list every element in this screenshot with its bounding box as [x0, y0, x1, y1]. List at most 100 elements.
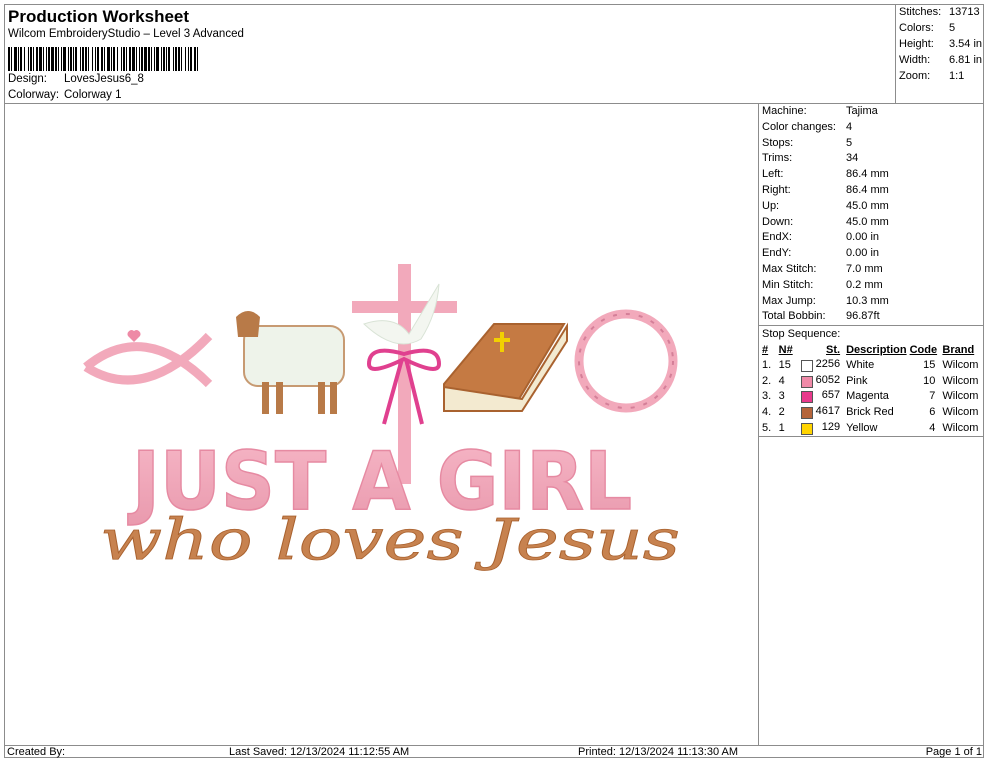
- stop-needle: 15: [778, 359, 791, 371]
- stat-value: 96.87ft: [846, 310, 880, 323]
- stat-row: Max Jump: 10.3 mm: [759, 294, 984, 310]
- stat-row: EndY: 0.00 in: [759, 246, 984, 262]
- stat-row: Stops: 5: [759, 136, 984, 152]
- table-row: 2. 4 6052 Pink 10 Wilcom: [759, 373, 984, 389]
- stop-stitch-count: 6052: [815, 373, 841, 386]
- embroidery-artwork: JUST A GIRL who loves Jesus: [83, 264, 680, 573]
- stat-value: 34: [846, 152, 859, 165]
- table-row: 1. 15 2256 White 15 Wilcom: [759, 357, 984, 373]
- stat-value: 0.00 in: [846, 247, 880, 260]
- stop-brand: Wilcom: [942, 390, 979, 403]
- color-swatch: [801, 422, 814, 435]
- stop-stitches: 129: [798, 420, 843, 436]
- software-subtitle: Wilcom EmbroideryStudio – Level 3 Advanc…: [8, 28, 244, 40]
- stop-sequence-table-wrap: # N# St. Description Code Brand 1. 15 2256…: [759, 342, 984, 437]
- stop-description: White: [846, 359, 875, 371]
- statistics-panel: Machine: Tajima Color changes: 4 Stops: 5 Trim…: [759, 104, 984, 437]
- page-number: Page 1 of 1: [925, 746, 982, 758]
- stat-label: Color changes:: [762, 120, 836, 133]
- stop-needle: 4: [778, 374, 785, 387]
- bible-icon: [443, 322, 568, 412]
- stat-value: 45.0 mm: [846, 215, 889, 228]
- stat-label: Trims:: [762, 152, 793, 165]
- stat-value: 0.00 in: [846, 231, 880, 244]
- ichthys-fish-icon: [83, 330, 213, 388]
- stat-row: Right: 86.4 mm: [759, 183, 984, 199]
- stat-label: Machine:: [762, 105, 807, 117]
- color-swatch: [801, 375, 814, 388]
- stat-label: Max Jump:: [762, 294, 816, 307]
- zoom-label: Zoom:: [899, 70, 931, 82]
- stat-label: Min Stitch:: [762, 278, 814, 291]
- colorway-value: Colorway 1: [64, 89, 122, 101]
- col-st: St.: [826, 343, 841, 356]
- stitches-row: Stitches: 13713: [899, 6, 980, 18]
- design-preview: JUST A GIRL who loves Jesus: [4, 104, 759, 745]
- stat-row: Trims: 34: [759, 151, 984, 167]
- colors-value: 5: [949, 22, 956, 34]
- stop-stitches: 4617: [798, 404, 843, 420]
- design-row: Design: LovesJesus6_8: [8, 73, 144, 85]
- col-description: Description: [846, 343, 907, 356]
- colors-row: Colors: 5: [899, 22, 955, 34]
- col-brand: Brand: [942, 343, 975, 356]
- stat-row: Left: 86.4 mm: [759, 167, 984, 183]
- stat-row: Up: 45.0 mm: [759, 199, 984, 215]
- stop-num: 5.: [762, 421, 772, 434]
- stitches-value: 13713: [949, 6, 980, 18]
- statistics-list: Machine: Tajima Color changes: 4 Stops: 5 Trim…: [759, 104, 984, 325]
- worksheet-header: Production Worksheet Wilcom EmbroiderySt…: [4, 4, 895, 104]
- design-value: LovesJesus6_8: [64, 73, 144, 85]
- stop-brand: Wilcom: [942, 406, 979, 419]
- last-saved: Last Saved: 12/13/2024 11:12:55 AM: [229, 746, 410, 758]
- stat-label: Max Stitch:: [762, 262, 817, 275]
- stat-value: 86.4 mm: [846, 168, 889, 181]
- stop-brand: Wilcom: [942, 374, 979, 387]
- width-row: Width: 6.81 in: [899, 54, 982, 66]
- stat-value: 10.3 mm: [846, 294, 889, 307]
- stat-label: EndX:: [762, 231, 792, 244]
- stop-brand: Wilcom: [942, 359, 979, 371]
- col-code: Code: [909, 343, 938, 356]
- stop-needle: 1: [778, 421, 785, 434]
- table-header-row: # N# St. Description Code Brand: [759, 342, 984, 357]
- colorway-label: Colorway:: [8, 89, 60, 101]
- stop-stitches: 657: [798, 389, 843, 405]
- stat-row: Total Bobbin: 96.87ft: [759, 309, 984, 325]
- stat-row: Machine: Tajima: [759, 104, 984, 120]
- stat-row: Min Stitch: 0.2 mm: [759, 278, 984, 294]
- stop-num: 2.: [762, 374, 772, 387]
- stat-row: Down: 45.0 mm: [759, 215, 984, 231]
- crown-of-thorns-icon: [574, 309, 678, 413]
- stat-row: EndX: 0.00 in: [759, 230, 984, 246]
- stop-sequence-title: Stop Sequence:: [759, 325, 984, 342]
- table-row: 5. 1 129 Yellow 4 Wilcom: [759, 420, 984, 436]
- worksheet-footer: Created By: Last Saved: 12/13/2024 11:12…: [4, 745, 984, 758]
- stop-num: 1.: [762, 359, 772, 371]
- colors-label: Colors:: [899, 22, 934, 34]
- design-text-line2: who loves Jesus: [100, 508, 680, 573]
- stop-stitch-count: 129: [821, 420, 841, 433]
- stop-stitches: 2256: [798, 357, 843, 373]
- height-label: Height:: [899, 38, 934, 50]
- summary-box: Stitches: 13713 Colors: 5 Height: 3.54 in W…: [895, 4, 984, 104]
- stat-value: 7.0 mm: [846, 262, 883, 275]
- stitches-label: Stitches:: [899, 6, 942, 18]
- stop-sequence-table: # N# St. Description Code Brand 1. 15 2256…: [759, 342, 984, 435]
- stop-stitch-count: 2256: [815, 358, 841, 370]
- stop-code: 10: [923, 374, 936, 387]
- stat-label: Total Bobbin:: [762, 310, 826, 323]
- stat-row: Color changes: 4: [759, 120, 984, 136]
- stat-label: Up:: [762, 199, 780, 212]
- stop-code: 6: [929, 406, 936, 419]
- stop-description: Brick Red: [846, 406, 894, 419]
- color-swatch: [801, 391, 814, 404]
- page-title: Production Worksheet: [8, 7, 190, 26]
- stat-label: EndY:: [762, 247, 792, 260]
- col-n: N#: [778, 343, 793, 356]
- stat-value: 45.0 mm: [846, 199, 889, 212]
- table-row: 4. 2 4617 Brick Red 6 Wilcom: [759, 404, 984, 420]
- stop-needle: 3: [778, 390, 785, 403]
- stop-code: 7: [929, 390, 936, 403]
- stat-label: Down:: [762, 215, 794, 228]
